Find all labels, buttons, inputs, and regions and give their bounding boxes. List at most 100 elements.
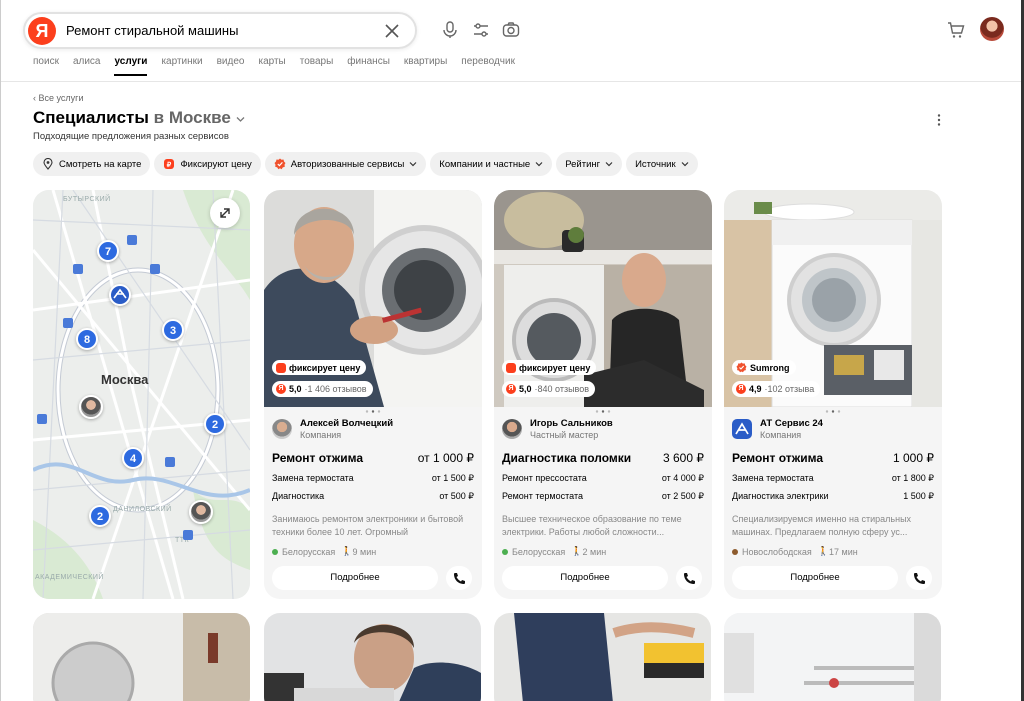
cart-icon[interactable] <box>946 20 966 40</box>
camera-search-icon[interactable] <box>501 20 521 40</box>
filters-icon[interactable] <box>471 20 491 40</box>
specialist-card-partial[interactable] <box>494 613 711 701</box>
company-logo <box>732 419 752 439</box>
map-roads <box>33 190 250 599</box>
metro-icon <box>165 457 175 467</box>
chevron-down-icon <box>605 162 613 167</box>
chevron-down-icon[interactable] <box>236 116 245 123</box>
filter-companies-private[interactable]: Компании и частные <box>430 152 553 176</box>
call-button[interactable] <box>446 566 472 590</box>
city-selector[interactable]: в Москве <box>154 108 245 127</box>
more-options-icon[interactable] <box>934 113 944 127</box>
map-cluster-pin[interactable]: 2 <box>204 413 226 435</box>
map-cluster-pin[interactable]: 7 <box>97 240 119 262</box>
tab-maps[interactable]: карты <box>258 56 285 76</box>
sub-service-row: Диагностика электрики 1 500 ₽ <box>732 491 934 501</box>
metro-icon <box>150 264 160 274</box>
tab-images[interactable]: картинки <box>161 56 202 76</box>
details-button[interactable]: Подробнее <box>272 566 438 590</box>
metro-info: Новослободская 🚶 17 мин <box>732 546 858 557</box>
map-expand-button[interactable] <box>210 198 240 228</box>
map-cluster-pin[interactable]: 4 <box>122 447 144 469</box>
details-button[interactable]: Подробнее <box>502 566 668 590</box>
chevron-down-icon <box>681 162 689 167</box>
specialist-card-partial[interactable] <box>724 613 941 701</box>
specialist-card[interactable]: фиксирует цену Я 5,0 · 1 406 отзывов Алекс… <box>264 190 482 599</box>
reviews-count: 840 отзывов <box>537 384 590 394</box>
tab-finance[interactable]: финансы <box>347 56 390 76</box>
tab-video[interactable]: видео <box>217 56 245 76</box>
metro-info: Белорусская 🚶 2 мин <box>502 546 606 557</box>
breadcrumb[interactable]: ‹ Все услуги <box>33 93 83 103</box>
reviews-count: 1 406 отзывов <box>307 384 367 394</box>
specialist-card[interactable]: Sumrong Я 4,9 · 102 отзыва АТ Сервис 24 Ко… <box>724 190 942 599</box>
details-button[interactable]: Подробнее <box>732 566 898 590</box>
specialist-role: Частный мастер <box>530 430 599 440</box>
filter-fixed-price[interactable]: ₽ Фиксируют цену <box>154 152 261 176</box>
specialist-description: Высшее техническое образование по теме э… <box>502 514 682 537</box>
yandex-logo[interactable]: Я <box>28 17 56 45</box>
walk-time: 17 мин <box>829 546 858 557</box>
specialist-avatar <box>272 419 292 439</box>
metro-line-dot <box>272 548 278 555</box>
sub-service-row: Замена термостата от 1 800 ₽ <box>732 473 934 483</box>
filter-rating[interactable]: Рейтинг <box>556 152 623 176</box>
map-cluster-pin[interactable]: 8 <box>76 328 98 350</box>
specialist-name[interactable]: АТ Сервис 24 <box>760 418 823 429</box>
tab-search[interactable]: поиск <box>33 56 59 76</box>
specialist-role: Компания <box>300 430 342 440</box>
filter-authorized-services[interactable]: Авторизованные сервисы <box>264 152 427 176</box>
call-button[interactable] <box>676 566 702 590</box>
map-city-label: Москва <box>101 372 149 387</box>
carousel-dots <box>825 410 841 413</box>
tab-services[interactable]: услуги <box>114 56 148 76</box>
tab-goods[interactable]: товары <box>300 56 334 76</box>
sub-service-price: 1 500 ₽ <box>903 491 934 501</box>
search-tabs: поиск алиса услуги картинки видео карты … <box>33 56 529 76</box>
tab-translator[interactable]: переводчик <box>461 56 515 76</box>
map-specialist-pin[interactable] <box>79 395 103 419</box>
specialist-card-partial[interactable] <box>264 613 481 701</box>
rating-badge[interactable]: Я 5,0 · 1 406 отзывов <box>272 381 373 397</box>
sub-service-row: Замена термостата от 1 500 ₽ <box>272 473 474 483</box>
city-label[interactable]: в Москве <box>154 108 231 127</box>
filter-source[interactable]: Источник <box>626 152 698 176</box>
microphone-icon[interactable] <box>440 20 460 40</box>
fixed-price-badge: фиксирует цену <box>272 360 367 375</box>
company-logo-icon <box>735 422 749 435</box>
specialist-card[interactable]: фиксирует цену Я 5,0 · 840 отзывов Игорь С… <box>494 190 712 599</box>
expand-icon <box>220 208 230 218</box>
map-district-label: БУТЫРСКИЙ <box>63 196 111 203</box>
chevron-down-icon <box>409 162 417 167</box>
specialist-name[interactable]: Игорь Сальников <box>530 418 613 429</box>
metro-line-dot <box>732 548 738 555</box>
service-name: Ремонт отжима <box>272 451 364 465</box>
close-icon[interactable] <box>383 22 401 40</box>
specialist-card-partial[interactable] <box>33 613 250 701</box>
phone-icon <box>914 573 925 584</box>
rating-badge[interactable]: Я 5,0 · 840 отзывов <box>502 381 596 397</box>
rating-value: 5,0 <box>289 384 302 394</box>
search-input[interactable]: Ремонт стиральной машины <box>66 23 238 38</box>
badge-label: Sumrong <box>750 362 790 373</box>
map-specialist-pin[interactable] <box>189 500 213 524</box>
service-price: 3 600 ₽ <box>663 451 704 465</box>
map-cluster-pin[interactable]: 2 <box>89 505 111 527</box>
specialist-name[interactable]: Алексей Волчецкий <box>300 418 393 429</box>
rating-badge[interactable]: Я 4,9 · 102 отзыва <box>732 381 821 397</box>
search-bar[interactable]: Я Ремонт стиральной машины <box>23 12 417 49</box>
map-panel[interactable]: БУТЫРСКИЙ ДАНИЛОВСКИЙ АКАДЕМИЧЕСКИЙ ТТК … <box>33 190 250 599</box>
user-avatar[interactable] <box>980 17 1004 41</box>
verified-badge-icon <box>736 362 747 373</box>
sub-service-name: Ремонт прессостата <box>502 473 587 483</box>
call-button[interactable] <box>906 566 932 590</box>
map-cluster-pin[interactable]: 3 <box>162 319 184 341</box>
filter-show-on-map[interactable]: Смотреть на карте <box>33 152 151 176</box>
map-company-pin[interactable] <box>109 284 131 306</box>
metro-station: Белорусская <box>512 546 566 557</box>
phone-icon <box>454 573 465 584</box>
page-title: Специалисты в Москве <box>33 108 245 128</box>
tab-realty[interactable]: квартиры <box>404 56 447 76</box>
card-photo <box>264 613 481 701</box>
tab-alice[interactable]: алиса <box>73 56 101 76</box>
